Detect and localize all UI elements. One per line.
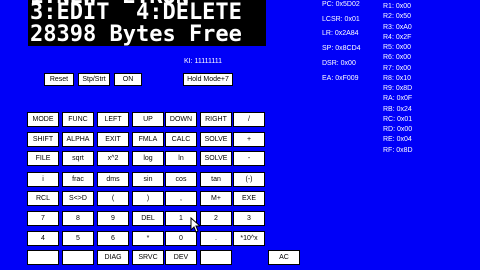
- key-exit[interactable]: EXIT: [97, 132, 129, 147]
- key-ln[interactable]: ln: [165, 151, 197, 166]
- key-del[interactable]: DEL: [132, 211, 164, 226]
- key-rcl[interactable]: RCL: [27, 191, 59, 206]
- key--[interactable]: (-): [233, 172, 265, 187]
- key-tan[interactable]: tan: [200, 172, 232, 187]
- key--[interactable]: ): [132, 191, 164, 206]
- register-readout: RC: 0x01: [383, 115, 413, 123]
- key-frac[interactable]: frac: [62, 172, 94, 187]
- key--[interactable]: ,: [165, 191, 197, 206]
- register-readout: RD: 0x00: [383, 126, 413, 133]
- key-sqrt[interactable]: sqrt: [62, 151, 94, 166]
- hold-mode-button[interactable]: Hold Mode+7: [183, 73, 233, 86]
- key-file[interactable]: FILE: [27, 151, 59, 166]
- register-readout: R7: 0x00: [383, 64, 412, 72]
- key-func[interactable]: FUNC: [62, 112, 94, 127]
- register-readout: R2: 0x50: [383, 13, 412, 21]
- key-blank[interactable]: [200, 250, 232, 265]
- lcd-line-3: 28398 Bytes Free: [30, 22, 242, 46]
- register-readout: RF: 0x8D: [383, 146, 413, 154]
- key--[interactable]: /: [233, 112, 265, 127]
- key-ac[interactable]: AC: [268, 250, 300, 265]
- register-readout: RA: 0x0F: [383, 95, 413, 103]
- register-readout: DSR: 0x00: [322, 59, 356, 67]
- register-readout: R8: 0x10: [383, 74, 412, 82]
- register-readout: R4: 0x2F: [383, 33, 412, 41]
- key-srvc[interactable]: SRVC: [132, 250, 164, 265]
- register-readout: SP: 0x8CD4: [322, 45, 361, 53]
- key--[interactable]: -: [233, 151, 265, 166]
- register-readout: R3: 0xA0: [383, 23, 412, 31]
- key-2[interactable]: 2: [200, 211, 232, 226]
- register-readout: EA: 0xF009: [322, 74, 359, 82]
- lcd-display: 1:NEW 2:RUN 3:EDIT 4:DELETE 28398 Bytes …: [28, 0, 266, 46]
- key-8[interactable]: 8: [62, 211, 94, 226]
- key-3[interactable]: 3: [233, 211, 265, 226]
- register-readout: R9: 0x8D: [383, 85, 413, 92]
- register-readout: R1: 0x00: [383, 3, 412, 10]
- key-s-d[interactable]: S<>D: [62, 191, 94, 206]
- key-down[interactable]: DOWN: [165, 112, 197, 127]
- key-x-2[interactable]: x^2: [97, 151, 129, 166]
- key-sin[interactable]: sin: [132, 172, 164, 187]
- key-9[interactable]: 9: [97, 211, 129, 226]
- reset-button[interactable]: Reset: [44, 73, 74, 86]
- key-5[interactable]: 5: [62, 231, 94, 246]
- key-7[interactable]: 7: [27, 211, 59, 226]
- key-left[interactable]: LEFT: [97, 112, 129, 127]
- key-cos[interactable]: cos: [165, 172, 197, 187]
- key-log[interactable]: log: [132, 151, 164, 166]
- key--10-x[interactable]: *10^x: [233, 231, 265, 246]
- key-mode[interactable]: MODE: [27, 112, 59, 127]
- key-solve[interactable]: SOLVE: [200, 151, 232, 166]
- key--[interactable]: +: [233, 132, 265, 147]
- stop-start-button[interactable]: Stp/Strt: [78, 73, 110, 86]
- key-4[interactable]: 4: [27, 231, 59, 246]
- key-solve[interactable]: SOLVE: [200, 132, 232, 147]
- lcd-line-2: 3:EDIT 4:DELETE: [30, 0, 242, 25]
- key-exe[interactable]: EXE: [233, 191, 265, 206]
- key-blank[interactable]: [27, 250, 59, 265]
- register-readout: PC: 0x5D02: [322, 1, 360, 8]
- register-readout: LCSR: 0x01: [322, 15, 360, 23]
- ki-readout: KI: 11111111: [184, 58, 223, 65]
- register-readout: RE: 0x04: [383, 136, 412, 144]
- on-button[interactable]: ON: [114, 73, 142, 86]
- key-i[interactable]: i: [27, 172, 59, 187]
- key--[interactable]: (: [97, 191, 129, 206]
- register-readout: RB: 0x24: [383, 105, 412, 113]
- key-fmla[interactable]: FMLA: [132, 132, 164, 147]
- key-6[interactable]: 6: [97, 231, 129, 246]
- register-readout: R6: 0x00: [383, 54, 412, 62]
- key-diag[interactable]: DIAG: [97, 250, 129, 265]
- key-dms[interactable]: dms: [97, 172, 129, 187]
- key-shift[interactable]: SHIFT: [27, 132, 59, 147]
- mouse-cursor-icon: [190, 217, 200, 233]
- key--[interactable]: *: [132, 231, 164, 246]
- key-up[interactable]: UP: [132, 112, 164, 127]
- key-alpha[interactable]: ALPHA: [62, 132, 94, 147]
- key-blank[interactable]: [62, 250, 94, 265]
- key--[interactable]: .: [200, 231, 232, 246]
- key-0[interactable]: 0: [165, 231, 197, 246]
- key-right[interactable]: RIGHT: [200, 112, 232, 127]
- key-calc[interactable]: CALC: [165, 132, 197, 147]
- register-readout: LR: 0x2A84: [322, 30, 359, 38]
- key-dev[interactable]: DEV: [165, 250, 197, 265]
- register-readout: R5: 0x00: [383, 44, 412, 51]
- key-m-[interactable]: M+: [200, 191, 232, 206]
